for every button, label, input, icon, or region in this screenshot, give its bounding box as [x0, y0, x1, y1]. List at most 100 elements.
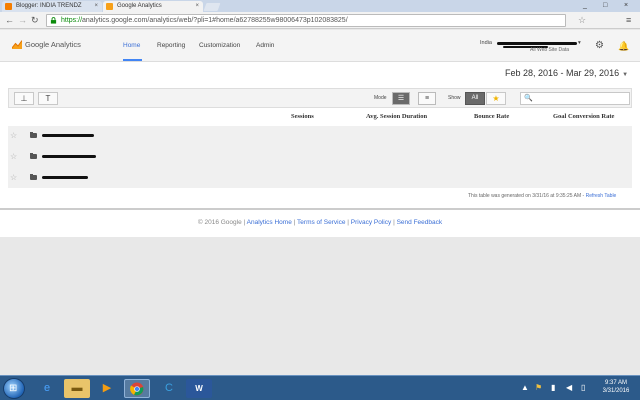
search-icon: 🔍	[524, 95, 533, 102]
star-outline-icon[interactable]: ☆	[10, 173, 17, 183]
tray-volume-icon[interactable]: ◀	[566, 382, 572, 394]
redacted-scribble	[497, 42, 577, 45]
windows-logo-icon: ⊞	[9, 383, 18, 394]
explorer-icon[interactable]: ▬	[64, 379, 90, 398]
folder-icon	[30, 153, 37, 159]
analytics-icon	[106, 3, 113, 10]
redacted-scribble	[42, 134, 94, 137]
close-icon[interactable]: ×	[195, 1, 199, 12]
forward-arrow-icon[interactable]: →	[18, 15, 27, 26]
nav-admin[interactable]: Admin	[256, 41, 274, 50]
close-icon[interactable]: ×	[94, 1, 98, 12]
footer-link-feedback[interactable]: Send Feedback	[397, 219, 443, 226]
app-icon[interactable]: C	[156, 379, 182, 398]
footer-link-terms[interactable]: Terms of Service	[297, 219, 345, 226]
table-row[interactable]: ☆	[8, 126, 632, 146]
col-sessions[interactable]: Sessions	[291, 112, 314, 121]
refresh-table-link[interactable]: Refresh Table	[586, 193, 617, 199]
bell-icon[interactable]: 🔔	[618, 41, 629, 51]
separator: |	[393, 219, 395, 226]
footer: © 2016 Google | Analytics Home | Terms o…	[0, 209, 640, 237]
folder-icon	[30, 174, 37, 180]
chevron-down-icon: ▼	[622, 72, 629, 78]
separator: |	[293, 219, 296, 226]
url-text: analytics.google.com/analytics/web/?pli=…	[82, 17, 348, 24]
date-range-selector[interactable]: Feb 28, 2016 - Mar 29, 2016 ▼	[505, 68, 628, 80]
account-view-label: All Web Site Data	[530, 47, 570, 53]
tab-label: Google Analytics	[117, 3, 162, 9]
gear-icon[interactable]: ⚙	[595, 41, 604, 51]
mode-compact-button[interactable]: ≡	[418, 92, 436, 105]
tab-label: Blogger: INDIA TRENDZ	[16, 3, 82, 9]
table-row[interactable]: ☆	[8, 168, 632, 188]
browser-tab-strip: Blogger: INDIA TRENDZ × Google Analytics…	[0, 0, 640, 12]
address-bar-row: ← → ↻ https://analytics.google.com/analy…	[0, 12, 640, 29]
ie-icon[interactable]: e	[34, 379, 60, 398]
footer-link-analytics-home[interactable]: Analytics Home	[247, 219, 292, 226]
chrome-logo-icon	[130, 382, 144, 396]
col-bounce-rate[interactable]: Bounce Rate	[474, 112, 509, 121]
reload-icon[interactable]: ↻	[31, 15, 39, 26]
search-input[interactable]: 🔍	[520, 92, 630, 105]
table-row[interactable]: ☆	[8, 147, 632, 167]
show-all-button[interactable]: All	[465, 92, 485, 105]
nav-customization[interactable]: Customization	[199, 41, 240, 50]
tray-arrow-icon[interactable]: ▲	[521, 382, 529, 394]
tray-flag-icon[interactable]: ⚑	[535, 382, 542, 394]
star-outline-icon[interactable]: ☆	[10, 131, 17, 141]
mode-label: Mode	[374, 95, 387, 101]
tray-battery-icon[interactable]: ▯	[581, 382, 585, 394]
mode-detail-button[interactable]: ☰	[392, 92, 410, 105]
bookmark-star-icon[interactable]: ☆	[578, 15, 586, 26]
sort-descending-button[interactable]: T	[38, 92, 58, 105]
maximize-button[interactable]: □	[603, 0, 607, 11]
col-avg-session-duration[interactable]: Avg. Session Duration	[366, 112, 427, 121]
sort-ascending-button[interactable]: ⊥	[14, 92, 34, 105]
lock-icon	[50, 17, 57, 24]
redacted-scribble	[42, 176, 88, 179]
copyright: © 2016 Google	[197, 219, 242, 226]
separator: |	[347, 219, 349, 226]
nav-reporting[interactable]: Reporting	[157, 41, 185, 50]
account-selector[interactable]: India ▾	[480, 40, 581, 47]
close-window-button[interactable]: ×	[624, 0, 628, 11]
list-icon: ≡	[424, 95, 430, 102]
align-top-icon: T	[45, 94, 51, 103]
media-player-icon[interactable]: ▶	[94, 379, 120, 398]
back-arrow-icon[interactable]: ←	[5, 15, 14, 26]
col-goal-conversion-rate[interactable]: Goal Conversion Rate	[553, 112, 614, 121]
align-bottom-icon: ⊥	[20, 94, 28, 103]
show-starred-button[interactable]: ★	[486, 92, 506, 105]
product-name: Google Analytics	[25, 40, 81, 49]
minimize-button[interactable]: _	[583, 0, 587, 11]
account-list: ☆ ☆ ☆	[8, 126, 632, 188]
tray-network-icon[interactable]: ▮	[551, 382, 555, 394]
ga-header: Google Analytics Home Reporting Customiz…	[0, 30, 640, 62]
clock[interactable]: 9:37 AM 3/31/2016	[596, 379, 636, 395]
word-icon[interactable]: W	[186, 379, 212, 398]
blogger-icon	[5, 3, 12, 10]
star-outline-icon[interactable]: ☆	[10, 152, 17, 162]
date-range-text: Feb 28, 2016 - Mar 29, 2016	[505, 68, 620, 78]
table-header: Sessions Avg. Session Duration Bounce Ra…	[0, 110, 640, 124]
tab-blogger[interactable]: Blogger: INDIA TRENDZ ×	[2, 1, 102, 12]
tab-google-analytics[interactable]: Google Analytics ×	[103, 1, 203, 12]
chevron-down-icon: ▾	[578, 40, 581, 46]
generated-text: This table was generated on 3/31/16 at 9…	[468, 193, 585, 199]
new-tab-button[interactable]	[203, 3, 221, 11]
chrome-icon[interactable]	[124, 379, 150, 398]
footer-link-privacy[interactable]: Privacy Policy	[351, 219, 391, 226]
clock-date: 3/31/2016	[602, 388, 630, 394]
url-input[interactable]: https://analytics.google.com/analytics/w…	[46, 14, 566, 27]
all-label: All	[471, 95, 479, 101]
menu-icon[interactable]: ≡	[626, 15, 631, 26]
clock-time: 9:37 AM	[604, 380, 627, 386]
generated-note: This table was generated on 3/31/16 at 9…	[468, 193, 616, 200]
separator: |	[243, 219, 246, 226]
taskbar: ⊞ e ▬ ▶ C W ▲ ⚑ ▮ ◀ ▯ 9:37 AM 3/31/2016	[0, 375, 640, 400]
url-scheme: https://	[61, 17, 83, 24]
redacted-scribble	[42, 155, 96, 158]
nav-home[interactable]: Home	[123, 41, 140, 50]
start-button[interactable]: ⊞	[3, 378, 25, 399]
active-nav-indicator	[123, 59, 142, 61]
